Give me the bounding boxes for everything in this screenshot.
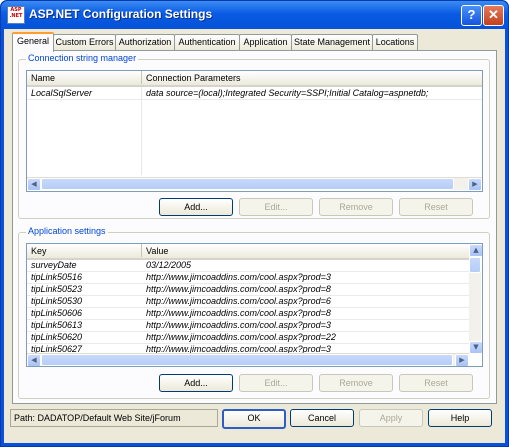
value-cell: http://www.jimcoaddins.com/cool.aspx?pro…	[146, 308, 331, 318]
connection-edit-button[interactable]: Edit...	[239, 198, 313, 216]
ok-button[interactable]: OK	[222, 409, 286, 429]
app-setting-row[interactable]: tipLink50523 http://www.jimcoaddins.com/c…	[27, 284, 470, 296]
app-settings-group-label: Application settings	[26, 226, 108, 236]
key-cell: tipLink50613	[31, 320, 83, 330]
tab-custom-errors[interactable]: Custom Errors	[53, 34, 116, 50]
app-edit-button[interactable]: Edit...	[239, 374, 313, 392]
scroll-right-icon[interactable]: ▶	[455, 354, 469, 366]
app-setting-row[interactable]: tipLink50613 http://www.jimcoaddins.com/c…	[27, 320, 470, 332]
tab-state-management[interactable]: State Management	[291, 34, 373, 50]
key-cell: tipLink50620	[31, 332, 83, 342]
app-remove-button[interactable]: Remove	[319, 374, 393, 392]
key-cell: tipLink50606	[31, 308, 83, 318]
close-button[interactable]: ✕	[483, 5, 504, 26]
app-setting-row[interactable]: tipLink50606 http://www.jimcoaddins.com/c…	[27, 308, 470, 320]
app-settings-vscroll[interactable]: ▲ ▼	[469, 244, 482, 354]
scroll-up-icon[interactable]: ▲	[469, 244, 482, 257]
app-setting-row[interactable]: tipLink50530 http://www.jimcoaddins.com/c…	[27, 296, 470, 308]
value-cell: http://www.jimcoaddins.com/cool.aspx?pro…	[146, 284, 331, 294]
connection-group-label: Connection string manager	[26, 53, 139, 63]
scroll-right-icon[interactable]: ▶	[468, 178, 482, 191]
header-value[interactable]: Value	[142, 244, 471, 257]
value-cell: http://www.jimcoaddins.com/cool.aspx?pro…	[146, 320, 331, 330]
key-cell: tipLink50530	[31, 296, 83, 306]
connection-row[interactable]: LocalSqlServer data source=(local);Integ…	[27, 88, 482, 100]
connection-list[interactable]: Name Connection Parameters LocalSqlServe…	[26, 70, 483, 192]
dialog-client: General Custom Errors Authorization Auth…	[4, 29, 505, 443]
app-settings-group: Application settings Key Value surveyDat…	[18, 226, 490, 399]
help-button[interactable]: Help	[428, 409, 492, 427]
value-cell: http://www.jimcoaddins.com/cool.aspx?pro…	[146, 296, 331, 306]
connection-add-button[interactable]: Add...	[159, 198, 233, 216]
connection-params-cell: data source=(local);Integrated Security=…	[146, 88, 429, 98]
key-cell: surveyDate	[31, 260, 77, 270]
app-setting-row[interactable]: surveyDate 03/12/2005	[27, 260, 470, 272]
scroll-left-icon[interactable]: ◀	[27, 354, 41, 366]
window-title: ASP.NET Configuration Settings	[29, 7, 213, 21]
app-setting-row[interactable]: tipLink50620 http://www.jimcoaddins.com/c…	[27, 332, 470, 344]
tab-general[interactable]: General	[12, 32, 54, 52]
connection-list-header: Name Connection Parameters	[27, 71, 482, 87]
tab-authorization[interactable]: Authorization	[115, 34, 175, 50]
close-icon: ✕	[488, 7, 499, 22]
question-icon: ?	[467, 7, 476, 22]
cancel-button[interactable]: Cancel	[290, 409, 354, 427]
apply-button[interactable]: Apply	[359, 409, 423, 427]
scroll-down-icon[interactable]: ▼	[469, 341, 482, 354]
key-cell: tipLink50516	[31, 272, 83, 282]
path-status: Path: DADATOP/Default Web Site/jForum	[10, 409, 218, 427]
app-reset-button[interactable]: Reset	[399, 374, 473, 392]
aspnet-app-icon: ASP .NET	[7, 6, 25, 24]
tab-authentication[interactable]: Authentication	[174, 34, 240, 50]
app-setting-row[interactable]: tipLink50516 http://www.jimcoaddins.com/c…	[27, 272, 470, 284]
vscroll-thumb[interactable]	[469, 257, 481, 273]
window: ASP .NET ASP.NET Configuration Settings …	[0, 0, 509, 447]
connection-string-group: Connection string manager Name Connectio…	[18, 53, 490, 219]
header-key[interactable]: Key	[27, 244, 142, 257]
app-settings-hscroll[interactable]: ◀ ▶	[27, 353, 469, 366]
general-tab-panel: Connection string manager Name Connectio…	[12, 50, 497, 404]
app-settings-header: Key Value	[27, 244, 471, 260]
app-settings-list[interactable]: Key Value surveyDate 03/12/2005 tipLink50…	[26, 243, 483, 367]
value-cell: http://www.jimcoaddins.com/cool.aspx?pro…	[146, 272, 331, 282]
tab-locations[interactable]: Locations	[372, 34, 418, 50]
connection-remove-button[interactable]: Remove	[319, 198, 393, 216]
scroll-left-icon[interactable]: ◀	[27, 178, 41, 191]
app-add-button[interactable]: Add...	[159, 374, 233, 392]
help-title-button[interactable]: ?	[461, 5, 482, 26]
header-name[interactable]: Name	[27, 71, 142, 84]
header-connection-params[interactable]: Connection Parameters	[142, 71, 482, 84]
value-cell: 03/12/2005	[146, 260, 192, 270]
key-cell: tipLink50523	[31, 284, 83, 294]
scroll-thumb[interactable]	[41, 178, 454, 190]
column-divider	[141, 87, 142, 175]
connection-hscroll[interactable]: ◀ ▶	[27, 177, 482, 191]
connection-name-cell: LocalSqlServer	[31, 88, 93, 98]
scroll-thumb[interactable]	[41, 354, 453, 366]
value-cell: http://www.jimcoaddins.com/cool.aspx?pro…	[146, 332, 336, 342]
connection-reset-button[interactable]: Reset	[399, 198, 473, 216]
title-bar[interactable]: ASP .NET ASP.NET Configuration Settings …	[1, 1, 508, 29]
tab-application[interactable]: Application	[239, 34, 292, 50]
